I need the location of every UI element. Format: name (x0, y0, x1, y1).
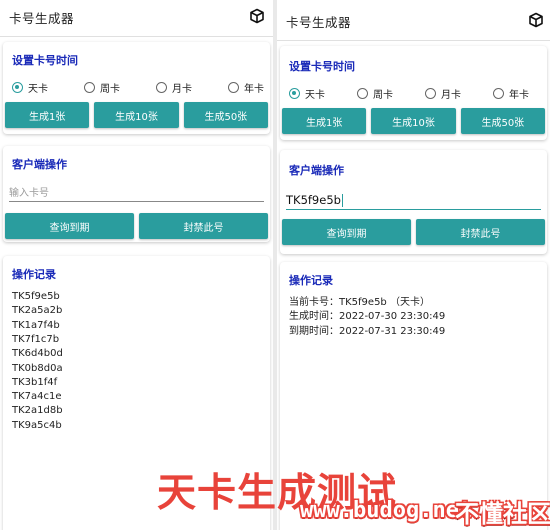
watermark-brand: 不懂社区 (455, 500, 550, 528)
card-number-input[interactable]: TK5f9e5b (286, 190, 541, 210)
log-generated-time: 生成时间：2022-07-30 23:30:49 (289, 311, 446, 323)
log-line: TK3b1f4f (12, 376, 58, 388)
screen-right: 卡号生成器 设置卡号时间 天卡 周卡 月卡 年卡 生成1张 生成10张 生成50… (277, 0, 550, 530)
client-ops-title: 客户端操作 (289, 164, 344, 177)
log-line: TK0b8d0a (12, 362, 63, 374)
generate-50-button[interactable]: 生成50张 (460, 108, 545, 134)
client-ops-card: 客户端操作 TK5f9e5b 查询到期 封禁此号 (280, 150, 547, 254)
operation-log-title: 操作记录 (289, 274, 333, 287)
ban-card-button[interactable]: 封禁此号 (416, 219, 545, 245)
log-line: TK5f9e5b (12, 291, 60, 302)
generate-10-button[interactable]: 生成10张 (371, 108, 456, 134)
watermark-site: www.budog.net (300, 498, 473, 523)
app-bar: 卡号生成器 (0, 0, 273, 37)
radio-month-card[interactable]: 月卡 (156, 80, 192, 95)
set-card-time-card: 设置卡号时间 天卡 周卡 月卡 年卡 生成1张 生成10张 生成50张 (280, 46, 547, 140)
query-expiry-button[interactable]: 查询到期 (282, 219, 411, 245)
radio-unselected-icon (357, 88, 368, 99)
log-current-card: 当前卡号：TK5f9e5b （天卡） (289, 297, 430, 308)
radio-unselected-icon (84, 82, 95, 93)
radio-year-card[interactable]: 年卡 (493, 86, 529, 101)
ban-card-button[interactable]: 封禁此号 (139, 213, 268, 239)
log-line: TK7a4c1e (12, 391, 62, 403)
radio-label: 周卡 (100, 84, 120, 95)
log-line: TK6d4b0d (12, 348, 63, 360)
generate-1-button[interactable]: 生成1张 (282, 108, 367, 134)
screen-left: 卡号生成器 设置卡号时间 天卡 周卡 月卡 年卡 生成1张 生成10张 生成50… (0, 0, 273, 530)
radio-unselected-icon (425, 88, 436, 99)
log-line: TK1a7f4b (12, 319, 60, 331)
radio-year-card[interactable]: 年卡 (228, 80, 264, 95)
radio-label: 周卡 (373, 90, 393, 101)
radio-label: 年卡 (509, 90, 529, 101)
card-number-value: TK5f9e5b (286, 193, 341, 207)
client-buttons: 查询到期 封禁此号 (282, 219, 545, 245)
client-ops-card: 客户端操作 输入卡号 查询到期 封禁此号 (3, 146, 270, 242)
radio-week-card[interactable]: 周卡 (357, 86, 393, 101)
radio-selected-icon (12, 82, 23, 93)
radio-selected-icon (289, 88, 300, 99)
client-buttons: 查询到期 封禁此号 (5, 213, 268, 239)
radio-month-card[interactable]: 月卡 (425, 86, 461, 101)
generate-50-button[interactable]: 生成50张 (183, 102, 268, 128)
radio-label: 天卡 (305, 90, 325, 101)
cube-icon[interactable] (528, 12, 544, 28)
card-type-radio-group: 天卡 周卡 月卡 年卡 (289, 86, 529, 101)
log-line: TK2a1d8b (12, 405, 63, 417)
radio-label: 月卡 (441, 90, 461, 101)
card-type-radio-group: 天卡 周卡 月卡 年卡 (12, 80, 264, 95)
log-line: TK9a5c4b (12, 419, 62, 431)
client-ops-title: 客户端操作 (12, 158, 67, 171)
generate-10-button[interactable]: 生成10张 (94, 102, 179, 128)
card-number-input[interactable]: 输入卡号 (9, 182, 264, 202)
radio-unselected-icon (228, 82, 239, 93)
log-line: TK7f1c7b (12, 333, 60, 345)
generate-buttons: 生成1张 生成10张 生成50张 (282, 108, 545, 134)
radio-day-card[interactable]: 天卡 (289, 86, 325, 101)
set-card-time-title: 设置卡号时间 (12, 54, 78, 67)
operation-log-title: 操作记录 (12, 268, 56, 281)
generate-1-button[interactable]: 生成1张 (5, 102, 90, 128)
radio-week-card[interactable]: 周卡 (84, 80, 120, 95)
query-expiry-button[interactable]: 查询到期 (5, 213, 134, 239)
cube-icon[interactable] (249, 8, 265, 24)
log-expiry-time: 到期时间：2022-07-31 23:30:49 (289, 325, 446, 337)
log-line: TK2a5a2b (12, 305, 63, 317)
radio-label: 年卡 (244, 84, 264, 95)
text-caret (341, 194, 343, 207)
generate-buttons: 生成1张 生成10张 生成50张 (5, 102, 268, 128)
radio-label: 月卡 (172, 84, 192, 95)
radio-label: 天卡 (28, 84, 48, 95)
set-card-time-title: 设置卡号时间 (289, 60, 355, 73)
app-title: 卡号生成器 (9, 11, 75, 26)
set-card-time-card: 设置卡号时间 天卡 周卡 月卡 年卡 生成1张 生成10张 生成50张 (3, 42, 270, 134)
radio-day-card[interactable]: 天卡 (12, 80, 48, 95)
app-bar: 卡号生成器 (277, 0, 550, 41)
app-title: 卡号生成器 (286, 15, 352, 30)
radio-unselected-icon (156, 82, 167, 93)
radio-unselected-icon (493, 88, 504, 99)
